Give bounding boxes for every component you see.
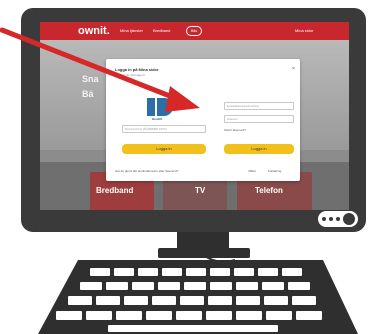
login-modal: Logga in på Mina sidor Välj hur du vill … xyxy=(106,59,300,181)
footer-link-a[interactable]: Villkor xyxy=(248,169,256,173)
nav-item-bredband[interactable]: Bredband xyxy=(153,28,170,33)
hero-title-line2: Bä xyxy=(82,89,94,99)
card-label: Bredband xyxy=(96,186,134,195)
hero-title-line1: Sna xyxy=(82,74,99,84)
email-field[interactable]: E-postadress/personnummer xyxy=(224,102,294,110)
card-label: TV xyxy=(195,186,206,195)
nav-button-bas[interactable]: Bäs xyxy=(186,26,202,36)
password-field[interactable]: Lösenord xyxy=(224,115,294,123)
personnummer-field[interactable]: Personnummer (ÅÅÅÅMMDD-XXXX) xyxy=(122,125,206,133)
more-dots-icon[interactable] xyxy=(318,211,358,227)
close-icon[interactable]: × xyxy=(292,66,295,72)
login-bankid-button[interactable]: Logga in xyxy=(122,144,206,154)
login-password-button[interactable]: Logga in xyxy=(224,144,294,154)
footer-link-b[interactable]: Förklaring xyxy=(268,169,281,173)
modal-title: Logga in på Mina sidor xyxy=(115,67,159,72)
bankid-label: BankID xyxy=(152,117,163,121)
nav-item-tjanster[interactable]: Mina tjänster xyxy=(120,28,143,33)
modal-subtitle: Välj hur du vill logga in xyxy=(115,73,146,77)
nav-mina-sidor[interactable]: Mina sidor xyxy=(295,28,313,33)
footer-question: Har du glömt ditt användarnamn eller lös… xyxy=(115,169,179,173)
screen: ownit. Mina tjänster Bredband Bäs Mina s… xyxy=(40,22,349,210)
forgot-password-link[interactable]: Glömt lösenord? xyxy=(224,128,246,132)
ownit-logo[interactable]: ownit. xyxy=(78,25,110,37)
keyboard xyxy=(38,260,358,334)
card-label: Telefon xyxy=(255,186,283,195)
